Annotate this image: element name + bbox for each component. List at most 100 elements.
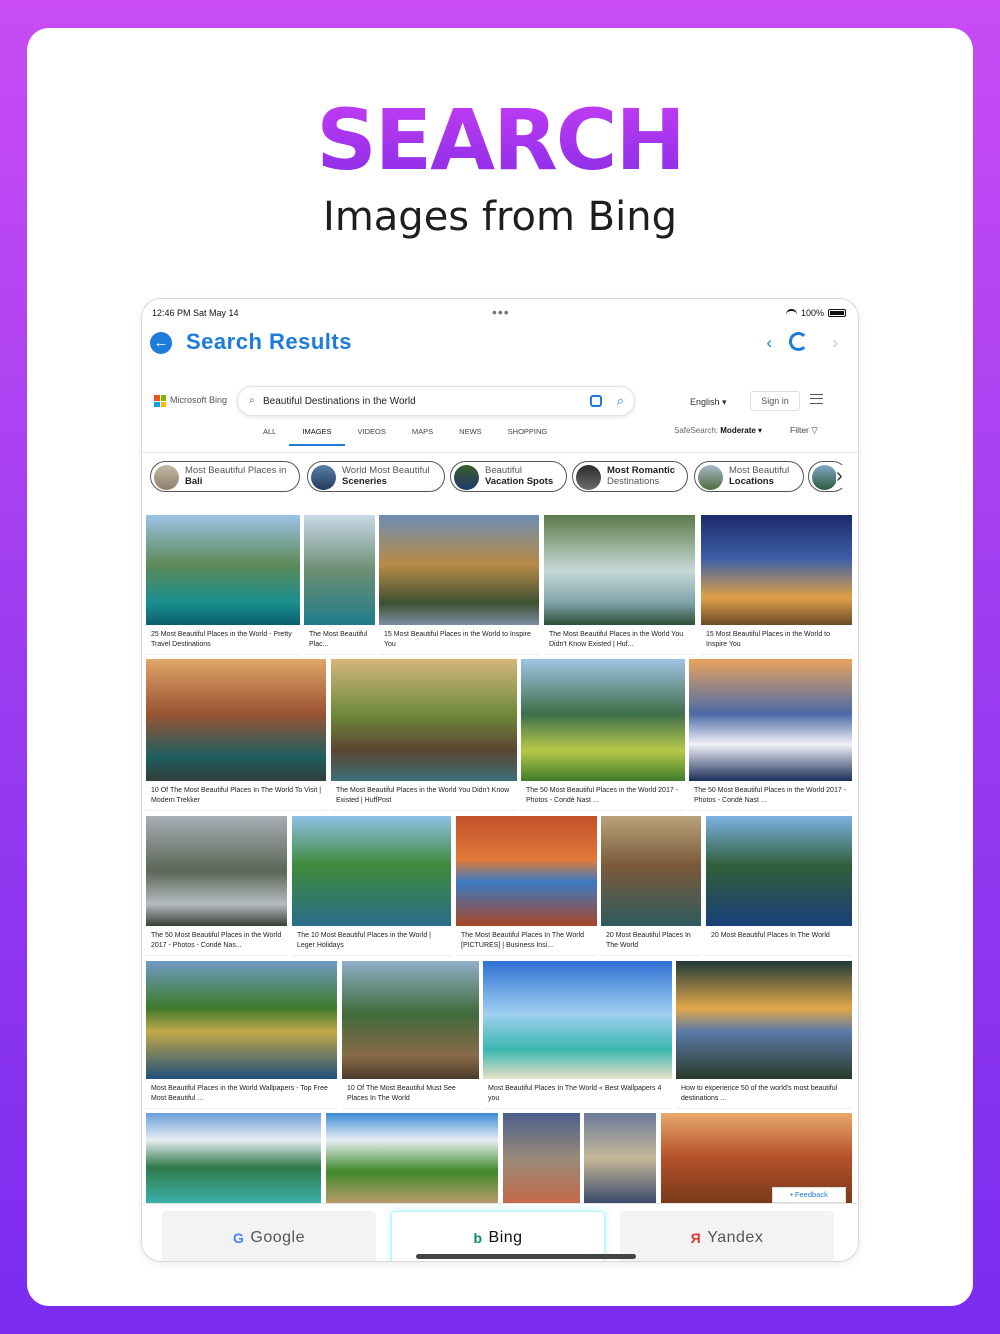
image-result[interactable]: 25 Most Beautiful Places in the World - … bbox=[146, 515, 300, 655]
result-caption[interactable]: The Most Beautiful Plac... bbox=[309, 630, 371, 650]
result-thumbnail[interactable] bbox=[689, 659, 852, 781]
multitask-dots-icon[interactable]: ••• bbox=[492, 304, 510, 320]
safesearch-value[interactable]: Moderate ▾ bbox=[720, 426, 762, 435]
result-caption[interactable]: 15 Most Beautiful Places in the World to… bbox=[706, 630, 848, 650]
result-caption[interactable]: The 10 Most Beautiful Places in the Worl… bbox=[297, 931, 447, 951]
image-result[interactable]: The Most Beautiful Places In The World [… bbox=[456, 816, 597, 956]
result-thumbnail[interactable] bbox=[146, 1113, 321, 1203]
result-caption[interactable]: 20 Most Beautiful Places In The World bbox=[711, 931, 848, 951]
result-thumbnail[interactable] bbox=[146, 659, 326, 781]
result-caption[interactable]: Most Beautiful Places In The World « Bes… bbox=[488, 1084, 668, 1104]
result-thumbnail[interactable] bbox=[146, 515, 300, 625]
back-button[interactable]: ← bbox=[150, 332, 172, 354]
chip[interactable]: Beautiful Vacation Spots bbox=[450, 461, 567, 492]
refresh-icon[interactable] bbox=[789, 332, 808, 351]
result-thumbnail[interactable] bbox=[544, 515, 695, 625]
result-thumbnail[interactable] bbox=[456, 816, 597, 926]
result-thumbnail[interactable] bbox=[292, 816, 451, 926]
result-caption[interactable]: The 50 Most Beautiful Places in the Worl… bbox=[694, 786, 848, 806]
image-result[interactable] bbox=[326, 1113, 498, 1203]
result-thumbnail[interactable] bbox=[304, 515, 375, 625]
visual-search-icon[interactable] bbox=[590, 395, 602, 407]
result-thumbnail[interactable] bbox=[503, 1113, 580, 1203]
bing-logo-text[interactable]: Microsoft Bing bbox=[170, 395, 227, 405]
search-input[interactable]: ⌕ Beautiful Destinations in the World ⌕ bbox=[237, 386, 635, 416]
result-thumbnail[interactable] bbox=[584, 1113, 656, 1203]
search-query[interactable]: Beautiful Destinations in the World bbox=[263, 396, 416, 407]
chip-line1: Most Romantic bbox=[607, 465, 676, 477]
result-caption[interactable]: 25 Most Beautiful Places in the World - … bbox=[151, 630, 296, 650]
result-caption[interactable]: 10 Of The Most Beautiful Places In The W… bbox=[151, 786, 322, 806]
chevron-right-icon[interactable]: › bbox=[832, 333, 838, 353]
result-thumbnail[interactable] bbox=[601, 816, 701, 926]
image-result[interactable]: How to experience 50 of the world's most… bbox=[676, 961, 852, 1109]
image-result[interactable] bbox=[146, 1113, 321, 1203]
home-indicator[interactable] bbox=[416, 1254, 636, 1259]
image-result[interactable]: 15 Most Beautiful Places in the World to… bbox=[701, 515, 852, 655]
result-caption[interactable]: The Most Beautiful Places In The World [… bbox=[461, 931, 593, 951]
image-result[interactable]: 15 Most Beautiful Places in the World to… bbox=[379, 515, 539, 655]
result-thumbnail[interactable] bbox=[676, 961, 852, 1079]
google-engine-button[interactable]: G Google bbox=[162, 1211, 376, 1261]
image-result[interactable]: 10 Of The Most Beautiful Places In The W… bbox=[146, 659, 326, 811]
chip[interactable]: Most Beautiful Locations bbox=[694, 461, 804, 492]
result-caption[interactable]: Most Beautiful Places in the World Wallp… bbox=[151, 1084, 333, 1104]
tab-all[interactable]: ALL bbox=[250, 426, 289, 446]
result-caption[interactable]: 20 Most Beautiful Places In The World bbox=[606, 931, 697, 951]
chip-thumbnail bbox=[454, 465, 479, 490]
feedback-button[interactable]: ▪ Feedback bbox=[772, 1187, 846, 1203]
image-result[interactable]: The 50 Most Beautiful Places in the Worl… bbox=[689, 659, 852, 811]
result-caption[interactable]: The 50 Most Beautiful Places in the Worl… bbox=[526, 786, 681, 806]
engine-label: Bing bbox=[488, 1229, 523, 1246]
image-result[interactable]: The 50 Most Beautiful Places in the Worl… bbox=[146, 816, 287, 956]
result-caption[interactable]: 10 Of The Most Beautiful Must See Places… bbox=[347, 1084, 475, 1104]
image-result[interactable]: The 10 Most Beautiful Places in the Worl… bbox=[292, 816, 451, 956]
image-result[interactable]: The Most Beautiful Places in the World Y… bbox=[331, 659, 517, 811]
result-caption[interactable]: The 50 Most Beautiful Places in the Worl… bbox=[151, 931, 283, 951]
result-thumbnail[interactable] bbox=[146, 816, 287, 926]
chip[interactable]: Most Romantic Destinations bbox=[572, 461, 688, 492]
result-caption[interactable]: 15 Most Beautiful Places in the World to… bbox=[384, 630, 535, 650]
image-result[interactable]: Most Beautiful Places In The World « Bes… bbox=[483, 961, 672, 1109]
tab-news[interactable]: NEWS bbox=[446, 426, 495, 446]
search-icon: ⌕ bbox=[249, 395, 255, 406]
result-thumbnail[interactable] bbox=[706, 816, 852, 926]
tab-images[interactable]: IMAGES bbox=[289, 426, 345, 446]
result-thumbnail[interactable] bbox=[701, 515, 852, 625]
chip[interactable]: Most Beautiful Places in Bali bbox=[150, 461, 300, 492]
tab-videos[interactable]: VIDEOS bbox=[345, 426, 399, 446]
result-thumbnail[interactable] bbox=[146, 961, 337, 1079]
tab-shopping[interactable]: SHOPPING bbox=[495, 426, 561, 446]
page-title: Search Results bbox=[186, 329, 352, 354]
image-result[interactable] bbox=[503, 1113, 580, 1203]
search-submit-icon[interactable]: ⌕ bbox=[617, 393, 624, 409]
chevron-right-icon[interactable]: › bbox=[836, 465, 850, 488]
result-thumbnail[interactable] bbox=[521, 659, 685, 781]
result-thumbnail[interactable] bbox=[342, 961, 479, 1079]
image-result[interactable]: The 50 Most Beautiful Places in the Worl… bbox=[521, 659, 685, 811]
filter-button[interactable]: Filter ▽ bbox=[790, 425, 818, 436]
result-caption[interactable]: The Most Beautiful Places in the World Y… bbox=[549, 630, 691, 650]
result-thumbnail[interactable] bbox=[379, 515, 539, 625]
menu-icon[interactable] bbox=[810, 394, 823, 404]
result-thumbnail[interactable] bbox=[483, 961, 672, 1079]
language-select[interactable]: English ▾ bbox=[690, 397, 727, 408]
yandex-engine-button[interactable]: Я Yandex bbox=[620, 1211, 834, 1261]
image-result[interactable]: Most Beautiful Places in the World Wallp… bbox=[146, 961, 337, 1109]
image-result[interactable]: 10 Of The Most Beautiful Must See Places… bbox=[342, 961, 479, 1109]
sign-in-button[interactable]: Sign in bbox=[750, 391, 800, 411]
result-caption[interactable]: The Most Beautiful Places in the World Y… bbox=[336, 786, 513, 806]
safesearch[interactable]: SafeSearch: Moderate ▾ bbox=[674, 426, 762, 435]
result-thumbnail[interactable] bbox=[331, 659, 517, 781]
chip[interactable]: World Most Beautiful Sceneries bbox=[307, 461, 445, 492]
tab-maps[interactable]: MAPS bbox=[399, 426, 446, 446]
image-result[interactable] bbox=[584, 1113, 656, 1203]
image-result[interactable]: The Most Beautiful Plac... bbox=[304, 515, 375, 655]
result-thumbnail[interactable] bbox=[326, 1113, 498, 1203]
image-result[interactable]: 20 Most Beautiful Places In The World bbox=[706, 816, 852, 956]
result-caption[interactable]: How to experience 50 of the world's most… bbox=[681, 1084, 848, 1104]
image-result[interactable]: The Most Beautiful Places in the World Y… bbox=[544, 515, 695, 655]
image-result[interactable]: 20 Most Beautiful Places In The World bbox=[601, 816, 701, 956]
microsoft-logo-icon[interactable] bbox=[154, 395, 166, 407]
chevron-left-icon[interactable]: ‹ bbox=[766, 333, 772, 353]
